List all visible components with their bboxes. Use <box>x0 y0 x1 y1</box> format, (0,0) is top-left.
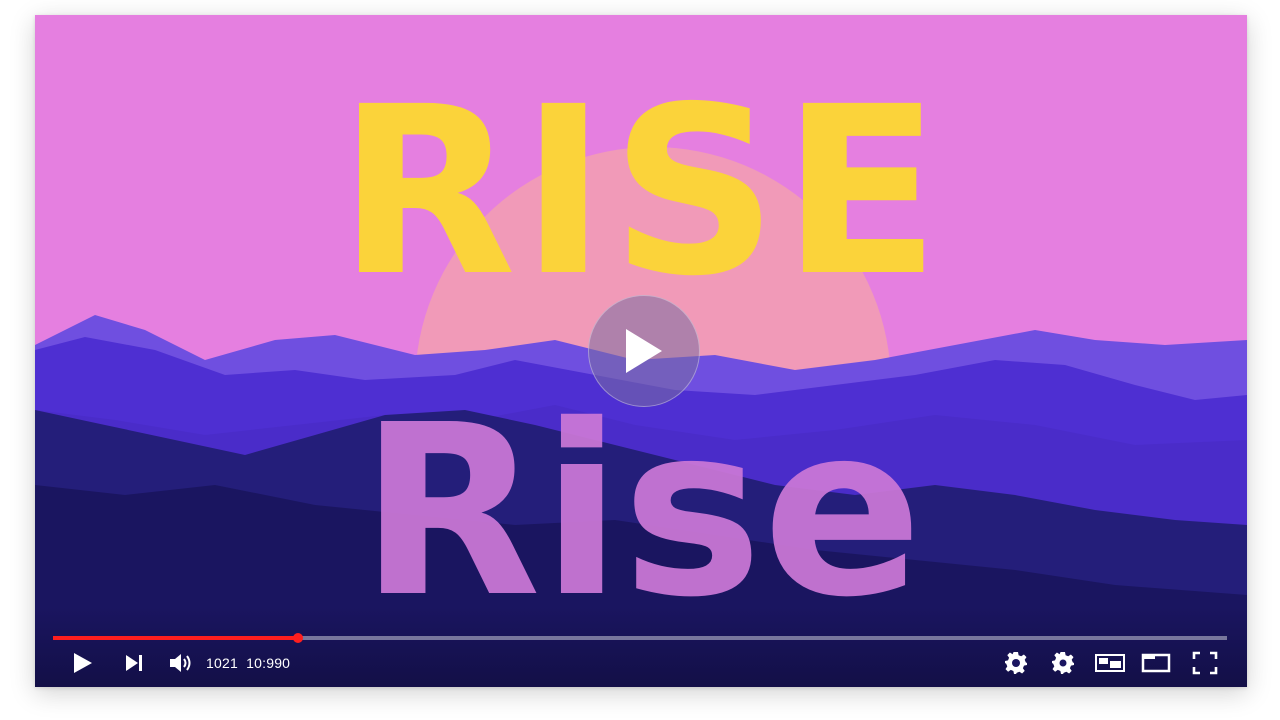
settings-gear-filled-icon <box>1005 652 1027 674</box>
quality-button[interactable] <box>1001 645 1031 681</box>
title-text-bottom: Rise <box>359 374 923 649</box>
miniplayer-icon <box>1095 654 1125 672</box>
play-icon <box>74 653 92 673</box>
next-button[interactable] <box>119 645 149 681</box>
play-icon <box>626 329 662 373</box>
title-text-top: RISE <box>337 57 945 327</box>
next-icon <box>126 655 142 671</box>
progress-played <box>53 636 299 640</box>
big-play-button[interactable] <box>588 295 700 407</box>
volume-button[interactable] <box>165 645 197 681</box>
theater-mode-button[interactable] <box>1139 645 1173 681</box>
volume-icon <box>170 654 191 672</box>
video-player[interactable]: RISE Rise 1021 10:990 <box>35 15 1247 687</box>
theater-mode-icon <box>1141 653 1171 673</box>
fullscreen-icon <box>1192 651 1218 675</box>
time-display: 1021 10:990 <box>206 645 290 681</box>
current-time: 1021 <box>206 655 238 671</box>
settings-button[interactable] <box>1048 645 1078 681</box>
play-button[interactable] <box>65 645 99 681</box>
control-bar: 1021 10:990 <box>35 645 1247 681</box>
settings-gear-icon <box>1052 652 1074 674</box>
duration: 10:990 <box>246 655 291 671</box>
progress-bar[interactable] <box>53 633 1227 643</box>
miniplayer-button[interactable] <box>1093 645 1127 681</box>
fullscreen-button[interactable] <box>1190 645 1220 681</box>
